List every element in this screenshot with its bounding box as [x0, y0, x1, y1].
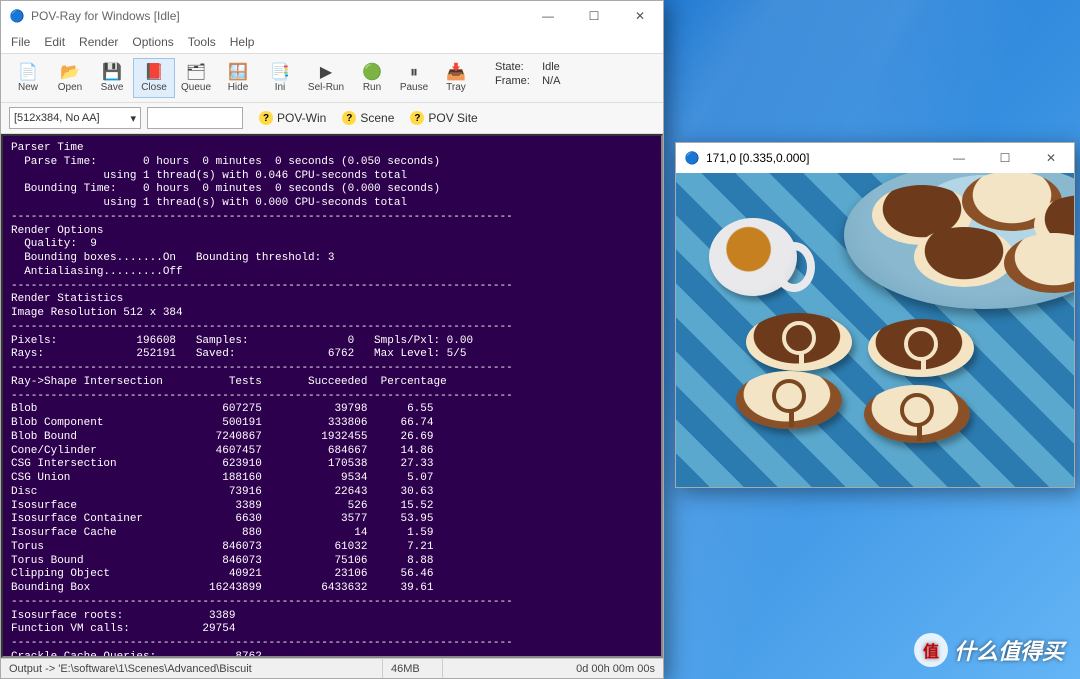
main-toolbar: 📄New📂Open💾Save📕Close🗂Queue🪟Hide📑Ini▶Sel-…: [1, 53, 663, 103]
toolbar-pause-button[interactable]: ⏸Pause: [393, 58, 435, 98]
question-icon: ?: [259, 111, 273, 125]
watermark: 值 什么值得买: [914, 633, 1064, 667]
render-output-window: 🔵 171,0 [0.335,0.000] ― ☐ ✕: [675, 142, 1075, 488]
menu-render[interactable]: Render: [79, 35, 118, 49]
watermark-badge-icon: 值: [914, 633, 948, 667]
maximize-button[interactable]: ☐: [571, 1, 617, 31]
status-mem: 46MB: [383, 659, 443, 678]
resolution-preset-combo[interactable]: [512x384, No AA]▾: [9, 107, 141, 129]
menubar: File Edit Render Options Tools Help: [1, 31, 663, 53]
run-icon: 🟢: [362, 64, 382, 82]
close-button[interactable]: ✕: [617, 1, 663, 31]
biscuit-tin: [844, 173, 1074, 309]
render-title: 171,0 [0.335,0.000]: [706, 151, 809, 165]
toolbar-new-button[interactable]: 📄New: [7, 58, 49, 98]
ini-icon: 📑: [270, 64, 290, 82]
state-value: Idle: [542, 61, 560, 73]
new-icon: 📄: [18, 64, 38, 82]
render-maximize-button[interactable]: ☐: [982, 143, 1028, 173]
toolbar-close-button[interactable]: 📕Close: [133, 58, 175, 98]
frame-value: N/A: [542, 75, 560, 87]
close-icon: 📕: [144, 64, 164, 82]
toolbar-hide-button[interactable]: 🪟Hide: [217, 58, 259, 98]
toolbar-open-button[interactable]: 📂Open: [49, 58, 91, 98]
toolbar-tray-button[interactable]: 📥Tray: [435, 58, 477, 98]
status-output: Output -> 'E:\software\1\Scenes\Advanced…: [1, 659, 383, 678]
menu-edit[interactable]: Edit: [44, 35, 65, 49]
minimize-button[interactable]: ―: [525, 1, 571, 31]
tray-icon: 📥: [446, 64, 466, 82]
biscuit-vanilla-1: [736, 371, 842, 429]
povray-main-window: 🔵 POV-Ray for Windows [Idle] ― ☐ ✕ File …: [0, 0, 664, 679]
main-titlebar[interactable]: 🔵 POV-Ray for Windows [Idle] ― ☐ ✕: [1, 1, 663, 31]
open-icon: 📂: [60, 64, 80, 82]
toolbar-run-button[interactable]: 🟢Run: [351, 58, 393, 98]
queue-icon: 🗂: [186, 64, 206, 82]
save-icon: 💾: [102, 64, 122, 82]
biscuit-vanilla-2: [864, 385, 970, 443]
pause-icon: ⏸: [410, 64, 418, 82]
question-icon: ?: [342, 111, 356, 125]
menu-file[interactable]: File: [11, 35, 30, 49]
render-titlebar[interactable]: 🔵 171,0 [0.335,0.000] ― ☐ ✕: [676, 143, 1074, 173]
help-povsite[interactable]: ?POV Site: [410, 111, 477, 125]
selrun-icon: ▶: [320, 64, 332, 82]
app-icon: 🔵: [9, 8, 25, 24]
toolbar-ini-button[interactable]: 📑Ini: [259, 58, 301, 98]
render-image: [676, 173, 1074, 487]
menu-options[interactable]: Options: [132, 35, 173, 49]
main-title: POV-Ray for Windows [Idle]: [31, 9, 180, 23]
toolbar-selrun-button[interactable]: ▶Sel-Run: [301, 58, 351, 98]
render-console[interactable]: Parser Time Parse Time: 0 hours 0 minute…: [1, 134, 663, 658]
menu-help[interactable]: Help: [230, 35, 255, 49]
teacup: [709, 218, 797, 296]
menu-tools[interactable]: Tools: [188, 35, 216, 49]
toolbar-queue-button[interactable]: 🗂Queue: [175, 58, 217, 98]
toolbar-save-button[interactable]: 💾Save: [91, 58, 133, 98]
command-textbox[interactable]: [147, 107, 243, 129]
biscuit-choc-1: [746, 313, 852, 371]
chevron-down-icon: ▾: [130, 112, 136, 125]
help-povwin[interactable]: ?POV-Win: [259, 111, 326, 125]
hide-icon: 🪟: [228, 64, 248, 82]
render-close-button[interactable]: ✕: [1028, 143, 1074, 173]
status-time: 0d 00h 00m 00s: [443, 659, 663, 678]
render-minimize-button[interactable]: ―: [936, 143, 982, 173]
help-scene[interactable]: ?Scene: [342, 111, 394, 125]
biscuit-choc-2: [868, 319, 974, 377]
status-panel: State: Idle Frame: N/A: [487, 58, 568, 91]
secondary-toolbar: [512x384, No AA]▾ ?POV-Win ?Scene ?POV S…: [1, 103, 663, 134]
statusbar: Output -> 'E:\software\1\Scenes\Advanced…: [1, 658, 663, 678]
question-icon: ?: [410, 111, 424, 125]
render-app-icon: 🔵: [684, 150, 700, 166]
